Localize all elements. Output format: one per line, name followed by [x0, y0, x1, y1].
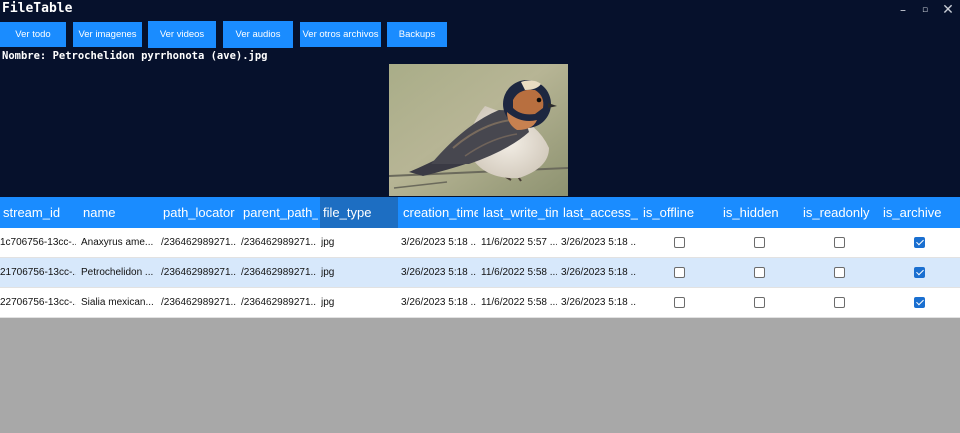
title-bar: FileTable – ▫ ✕ — [0, 0, 960, 20]
table-row[interactable]: 1c706756-13cc-... Anaxyrus ame... /23646… — [0, 228, 960, 258]
column-header-is-readonly[interactable]: is_readonly — [800, 197, 878, 228]
table-row[interactable]: 22706756-13cc-... Sialia mexican... /236… — [0, 288, 960, 318]
is-offline-checkbox[interactable] — [674, 267, 685, 278]
table-row[interactable]: 21706756-13cc-... Petrochelidon ... /236… — [0, 258, 960, 288]
cell-parent-path-locator: /236462989271... — [241, 297, 317, 308]
column-header-last-access-time[interactable]: last_access_ti — [560, 197, 638, 228]
is-readonly-checkbox[interactable] — [834, 267, 845, 278]
is-offline-checkbox[interactable] — [674, 297, 685, 308]
is-archive-checkbox[interactable] — [914, 267, 925, 278]
close-icon[interactable]: ✕ — [938, 2, 958, 18]
cell-path-locator: /236462989271... — [161, 267, 237, 278]
cell-creation-time: 3/26/2023 5:18 ... — [401, 267, 477, 278]
is-offline-checkbox[interactable] — [674, 237, 685, 248]
ver-todo-button[interactable]: Ver todo — [0, 22, 66, 47]
cell-parent-path-locator: /236462989271... — [241, 267, 317, 278]
ver-imagenes-button[interactable]: Ver imagenes — [73, 22, 142, 47]
cell-last-access-time: 3/26/2023 5:18 ... — [561, 237, 637, 248]
cell-name: Anaxyrus ame... — [81, 237, 154, 248]
cell-parent-path-locator: /236462989271... — [241, 237, 317, 248]
column-header-creation-time[interactable]: creation_time — [400, 197, 478, 228]
app-title: FileTable — [2, 1, 73, 16]
backups-button[interactable]: Backups — [387, 22, 447, 47]
cell-stream-id: 22706756-13cc-... — [0, 297, 76, 308]
ver-videos-button[interactable]: Ver videos — [148, 21, 216, 48]
cell-stream-id: 1c706756-13cc-... — [0, 237, 76, 248]
is-hidden-checkbox[interactable] — [754, 237, 765, 248]
cell-creation-time: 3/26/2023 5:18 ... — [401, 237, 477, 248]
cell-path-locator: /236462989271... — [161, 237, 237, 248]
cell-name: Petrochelidon ... — [81, 267, 154, 278]
cell-name: Sialia mexican... — [81, 297, 154, 308]
grid-header: stream_id name path_locator parent_path_… — [0, 197, 960, 228]
file-name-caption: Nombre: Petrochelidon pyrrhonota (ave).j… — [2, 50, 268, 62]
cell-file-type: jpg — [321, 267, 335, 278]
cell-path-locator: /236462989271... — [161, 297, 237, 308]
is-readonly-checkbox[interactable] — [834, 297, 845, 308]
column-header-last-write-time[interactable]: last_write_tim — [480, 197, 558, 228]
cell-last-write-time: 11/6/2022 5:57 ... — [481, 237, 557, 248]
minimize-icon[interactable]: – — [893, 2, 913, 18]
is-readonly-checkbox[interactable] — [834, 237, 845, 248]
column-header-name[interactable]: name — [80, 197, 158, 228]
top-panel: FileTable – ▫ ✕ Ver todo Ver imagenes Ve… — [0, 0, 960, 197]
is-hidden-checkbox[interactable] — [754, 267, 765, 278]
column-header-path-locator[interactable]: path_locator — [160, 197, 238, 228]
ver-otros-archivos-button[interactable]: Ver otros archivos — [300, 22, 381, 47]
column-header-stream-id[interactable]: stream_id — [0, 197, 78, 228]
cell-file-type: jpg — [321, 237, 335, 248]
cell-last-access-time: 3/26/2023 5:18 ... — [561, 267, 637, 278]
cell-stream-id: 21706756-13cc-... — [0, 267, 76, 278]
cell-file-type: jpg — [321, 297, 335, 308]
cell-last-write-time: 11/6/2022 5:58 ... — [481, 267, 557, 278]
maximize-icon[interactable]: ▫ — [915, 2, 935, 18]
is-hidden-checkbox[interactable] — [754, 297, 765, 308]
cell-creation-time: 3/26/2023 5:18 ... — [401, 297, 477, 308]
is-archive-checkbox[interactable] — [914, 237, 925, 248]
bird-photo — [389, 64, 568, 196]
ver-audios-button[interactable]: Ver audios — [223, 21, 293, 48]
column-header-is-hidden[interactable]: is_hidden — [720, 197, 798, 228]
cell-last-write-time: 11/6/2022 5:58 ... — [481, 297, 557, 308]
column-header-file-type[interactable]: file_type — [320, 197, 398, 228]
file-preview-image — [389, 64, 568, 196]
column-header-parent-path-locator[interactable]: parent_path_l — [240, 197, 318, 228]
cell-last-access-time: 3/26/2023 5:18 ... — [561, 297, 637, 308]
column-header-is-archive[interactable]: is_archive — [880, 197, 958, 228]
column-header-is-offline[interactable]: is_offline — [640, 197, 718, 228]
is-archive-checkbox[interactable] — [914, 297, 925, 308]
